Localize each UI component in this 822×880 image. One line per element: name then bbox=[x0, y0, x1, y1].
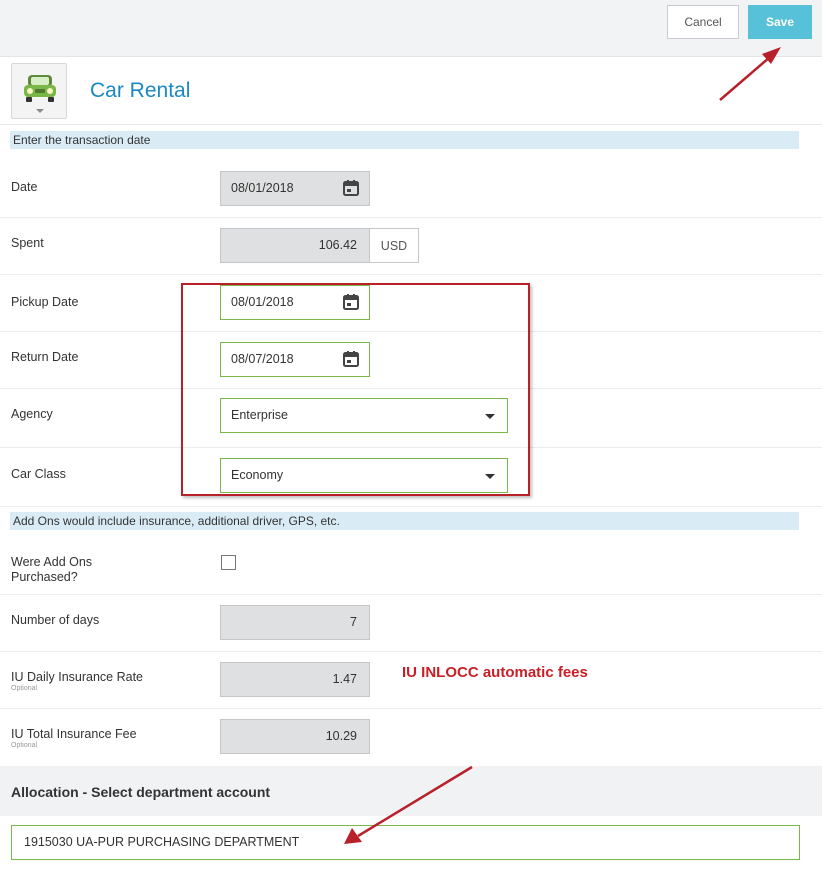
expense-type-header: Car Rental bbox=[0, 57, 822, 125]
pickup-date-label: Pickup Date bbox=[11, 295, 79, 309]
addons-label-line1: Were Add Ons bbox=[11, 555, 93, 569]
total-insurance-label-text: IU Total Insurance Fee bbox=[11, 727, 137, 741]
daily-insurance-field[interactable]: 1.47 bbox=[220, 662, 370, 697]
addons-label: Were Add Ons Purchased? bbox=[11, 555, 92, 585]
date-value: 08/01/2018 bbox=[231, 181, 294, 195]
calendar-icon[interactable] bbox=[343, 180, 359, 196]
addons-hint: Add Ons would include insurance, additio… bbox=[10, 512, 799, 530]
currency-badge[interactable]: USD bbox=[369, 228, 419, 263]
number-of-days-label: Number of days bbox=[11, 613, 100, 627]
number-of-days-row bbox=[0, 594, 822, 652]
allocation-title: Allocation - Select department account bbox=[11, 784, 271, 800]
number-of-days-field[interactable]: 7 bbox=[220, 605, 370, 640]
annotation-text: IU INLOCC automatic fees bbox=[402, 664, 588, 681]
optional-sublabel: Optional bbox=[11, 742, 38, 749]
return-date-label: Return Date bbox=[11, 350, 79, 364]
addons-purchased-checkbox[interactable] bbox=[221, 555, 236, 570]
annotation-highlight-box bbox=[181, 283, 530, 496]
total-insurance-field[interactable]: 10.29 bbox=[220, 719, 370, 754]
department-account-field[interactable]: 1915030 UA-PUR PURCHASING DEPARTMENT bbox=[11, 825, 800, 860]
save-button[interactable]: Save bbox=[748, 5, 812, 39]
addons-row bbox=[0, 541, 822, 595]
transaction-date-hint: Enter the transaction date bbox=[10, 131, 799, 149]
agency-label: Agency bbox=[11, 407, 53, 421]
page-title: Car Rental bbox=[90, 79, 191, 102]
car-class-label: Car Class bbox=[11, 467, 66, 481]
chevron-down-icon bbox=[36, 109, 44, 113]
daily-insurance-label: IU Daily Insurance Rate Optional bbox=[11, 670, 143, 693]
date-label: Date bbox=[11, 180, 38, 194]
total-insurance-label: IU Total Insurance Fee Optional bbox=[11, 727, 137, 750]
top-toolbar: Cancel Save bbox=[0, 0, 822, 57]
spent-amount-field[interactable]: 106.42 bbox=[220, 228, 370, 263]
date-field[interactable]: 08/01/2018 bbox=[220, 171, 370, 206]
expense-type-selector[interactable] bbox=[11, 63, 67, 119]
optional-sublabel: Optional bbox=[11, 685, 38, 692]
spent-label: Spent bbox=[11, 236, 44, 250]
cancel-button[interactable]: Cancel bbox=[667, 5, 739, 39]
daily-insurance-label-text: IU Daily Insurance Rate bbox=[11, 670, 144, 684]
addons-label-line2: Purchased? bbox=[11, 570, 78, 584]
allocation-header: Allocation - Select department account bbox=[0, 766, 822, 816]
date-row bbox=[0, 160, 822, 218]
car-icon bbox=[24, 75, 56, 102]
